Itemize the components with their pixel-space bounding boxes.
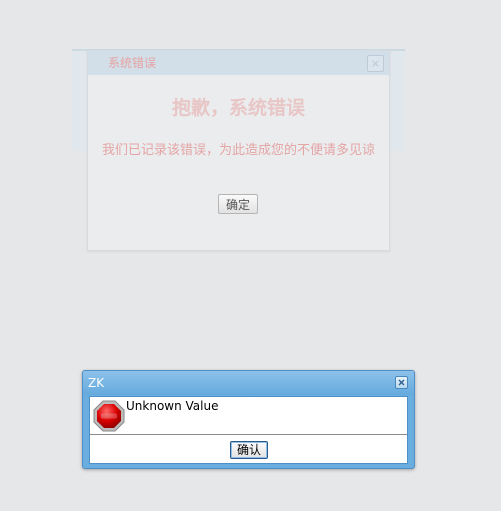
- zk-messagebox: ZK Unknown Value 确认: [82, 370, 415, 469]
- messagebox-titlebar: ZK: [83, 371, 414, 395]
- messagebox-body: Unknown Value 确认: [89, 396, 408, 464]
- system-error-message: 我们已记录该错误，为此造成您的不便请多见谅: [101, 143, 375, 158]
- close-icon: [398, 379, 405, 386]
- messagebox-ok-button[interactable]: 确认: [230, 441, 268, 459]
- system-error-ok-button: 确定: [218, 194, 258, 214]
- close-icon: ×: [367, 55, 384, 72]
- stop-error-icon: [93, 400, 125, 432]
- system-error-heading: 抱歉，系统错误: [171, 97, 305, 119]
- messagebox-message: Unknown Value: [126, 399, 219, 413]
- messagebox-divider: [90, 434, 407, 435]
- messagebox-title: ZK: [88, 376, 105, 390]
- messagebox-close-button[interactable]: [395, 376, 408, 389]
- system-error-title: 系统错误: [108, 56, 157, 70]
- system-error-titlebar: 系统错误 ×: [88, 51, 389, 75]
- system-error-dialog: 系统错误 × 抱歉，系统错误 我们已记录该错误，为此造成您的不便请多见谅 确定: [87, 50, 390, 251]
